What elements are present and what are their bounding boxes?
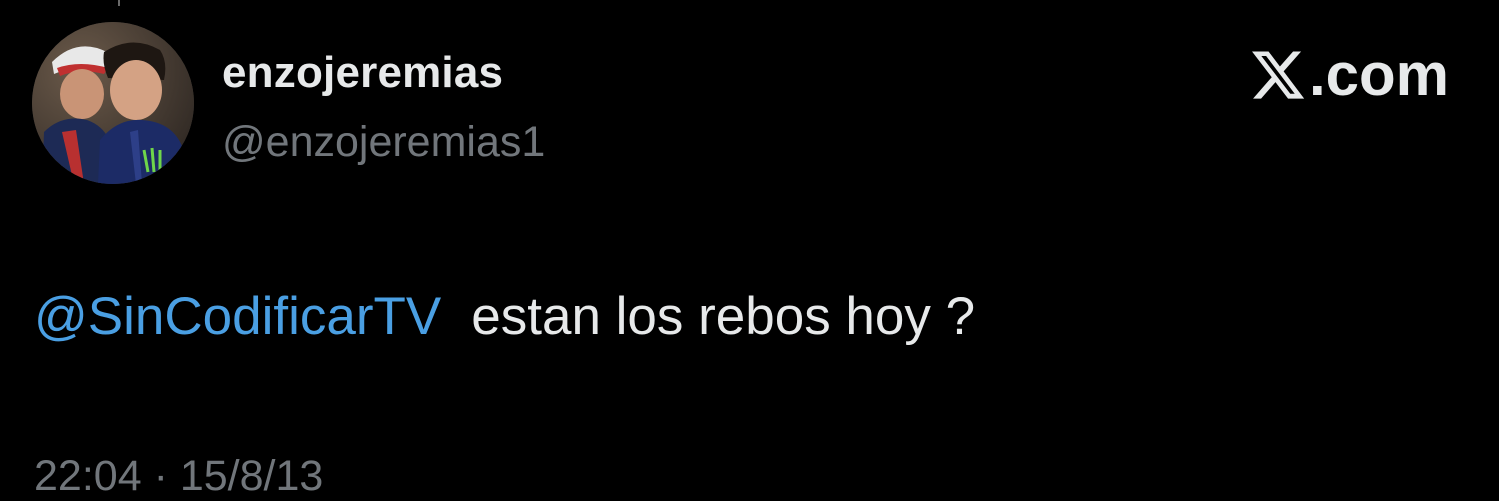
tweet-body: estan los rebos hoy ? [471, 287, 976, 346]
avatar[interactable] [32, 22, 194, 184]
user-handle[interactable]: @enzojeremias1 [222, 118, 545, 167]
timestamp[interactable]: 22:04 · 15/8/13 [34, 452, 323, 501]
tweet-date: 15/8/13 [179, 452, 324, 500]
separator: · [153, 452, 168, 500]
x-logo-icon [1251, 50, 1305, 99]
brand-watermark: .com [1249, 40, 1449, 109]
mention-link[interactable]: @SinCodificarTV [34, 287, 441, 346]
display-name[interactable]: enzojeremias [222, 48, 503, 98]
profile-photo-icon [32, 22, 194, 184]
tweet-text: @SinCodificarTV estan los rebos hoy ? [34, 286, 975, 347]
tweet-time: 22:04 [34, 452, 142, 500]
brand-label: .com [1308, 41, 1449, 108]
divider [118, 0, 120, 6]
tweet-card: enzojeremias @enzojeremias1 .com @SinCod… [0, 0, 1499, 501]
